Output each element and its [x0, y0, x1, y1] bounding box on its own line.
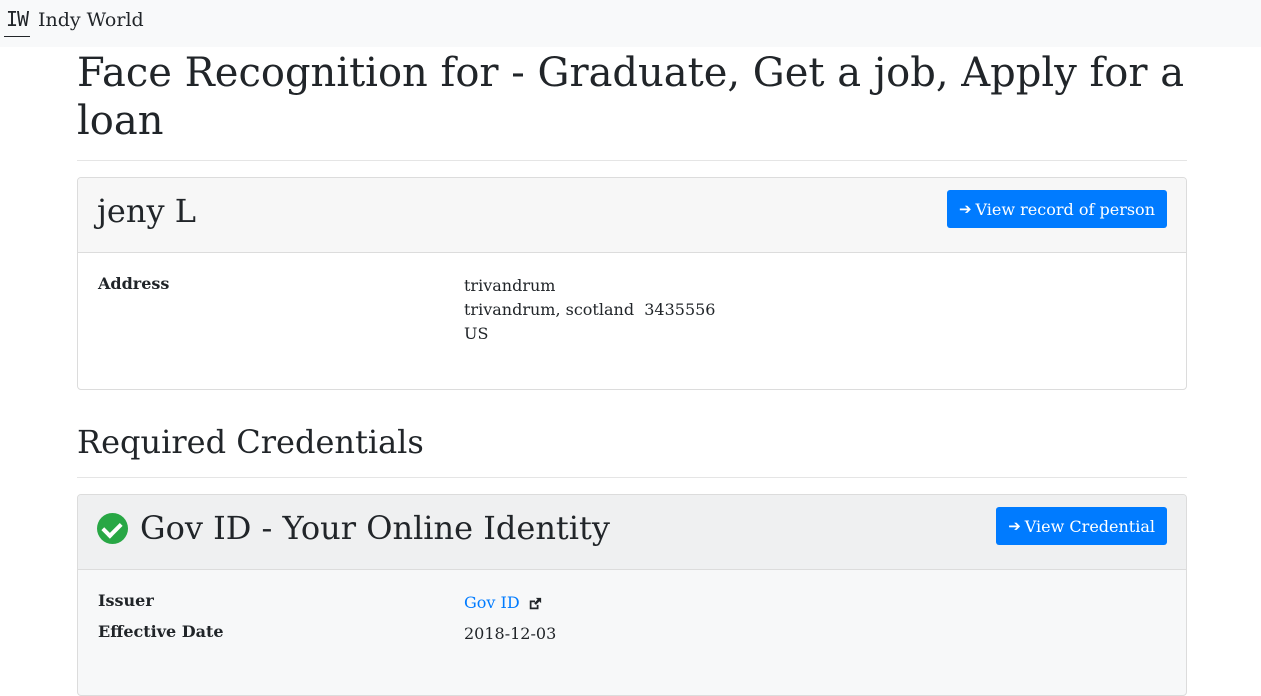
address-value: trivandrum trivandrum, scotland 3435556 … [464, 274, 715, 346]
view-record-label: View record of person [975, 199, 1155, 219]
issuer-label: Issuer [98, 591, 154, 610]
arrow-right-icon: ➔ [1008, 517, 1021, 535]
view-credential-label: View Credential [1024, 516, 1155, 536]
brand-link[interactable]: IW Indy World [4, 4, 144, 37]
credential-title-text: Gov ID - Your Online Identity [140, 509, 610, 547]
issuer-value: Gov ID [464, 591, 542, 615]
address-line: trivandrum, scotland 3435556 [464, 300, 716, 319]
credential-card-header: Gov ID - Your Online Identity ➔ View Cre… [78, 495, 1186, 570]
external-link-icon[interactable] [528, 597, 542, 611]
credential-title: Gov ID - Your Online Identity [97, 508, 610, 548]
divider [77, 477, 1187, 478]
view-credential-button[interactable]: ➔ View Credential [996, 507, 1167, 545]
brand-name: Indy World [38, 9, 144, 31]
person-name: jeny L [97, 192, 196, 230]
person-card: jeny L ➔ View record of person Address t… [77, 177, 1187, 390]
person-card-header: jeny L ➔ View record of person [78, 178, 1186, 253]
brand-logo: IW [4, 6, 30, 37]
arrow-right-icon: ➔ [958, 200, 972, 218]
effective-date-label: Effective Date [98, 622, 224, 641]
issuer-link[interactable]: Gov ID [464, 593, 520, 612]
check-circle-icon [97, 512, 128, 544]
address-line: trivandrum [464, 276, 556, 295]
navbar: IW Indy World [0, 0, 1261, 47]
page-title: Face Recognition for - Graduate, Get a j… [77, 50, 1185, 144]
section-title: Required Credentials [77, 423, 424, 461]
credential-card: Gov ID - Your Online Identity ➔ View Cre… [77, 494, 1187, 696]
address-line: US [464, 324, 489, 343]
divider [77, 160, 1187, 161]
effective-date-value: 2018-12-03 [464, 624, 557, 643]
view-record-button[interactable]: ➔ View record of person [946, 190, 1167, 228]
address-label: Address [98, 274, 170, 293]
